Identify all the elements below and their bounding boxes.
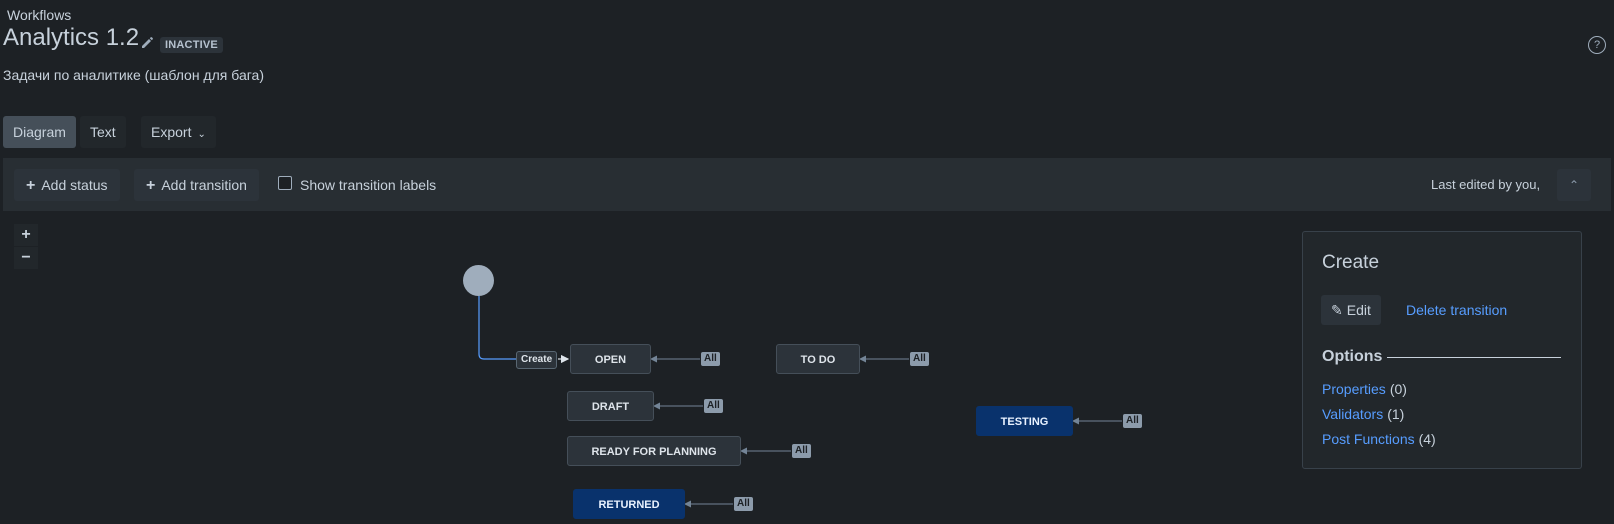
edit-transition-button[interactable]: ✎ Edit <box>1321 295 1381 325</box>
options-divider <box>1387 357 1561 358</box>
all-tag-ready[interactable]: All <box>792 444 811 458</box>
status-ready-for-planning[interactable]: READY FOR PLANNING <box>567 436 741 466</box>
properties-count: (0) <box>1389 381 1407 397</box>
status-returned[interactable]: RETURNED <box>573 489 685 519</box>
status-testing[interactable]: TESTING <box>976 406 1073 436</box>
option-validators: Validators (1) <box>1322 406 1404 422</box>
all-tag-open[interactable]: All <box>701 352 720 366</box>
option-post-functions: Post Functions (4) <box>1322 431 1436 447</box>
validators-count: (1) <box>1387 406 1405 422</box>
all-tag-draft[interactable]: All <box>704 399 723 413</box>
status-open[interactable]: OPEN <box>570 344 651 374</box>
validators-link[interactable]: Validators <box>1322 406 1383 422</box>
delete-transition-link[interactable]: Delete transition <box>1406 302 1507 318</box>
option-properties: Properties (0) <box>1322 381 1407 397</box>
status-draft[interactable]: DRAFT <box>567 391 654 421</box>
properties-link[interactable]: Properties <box>1322 381 1386 397</box>
all-tag-testing[interactable]: All <box>1123 414 1142 428</box>
create-transition-line <box>478 296 516 360</box>
pencil-icon: ✎ <box>1331 302 1343 318</box>
start-node[interactable] <box>463 265 494 296</box>
all-tag-returned[interactable]: All <box>734 497 753 511</box>
create-transition-label[interactable]: Create <box>516 351 558 369</box>
panel-title: Create <box>1322 252 1380 273</box>
all-tag-todo[interactable]: All <box>910 352 929 366</box>
edit-label: Edit <box>1346 302 1371 318</box>
post-functions-count: (4) <box>1418 431 1436 447</box>
post-functions-link[interactable]: Post Functions <box>1322 431 1415 447</box>
options-heading: Options <box>1322 348 1383 365</box>
status-todo[interactable]: TO DO <box>776 344 860 374</box>
